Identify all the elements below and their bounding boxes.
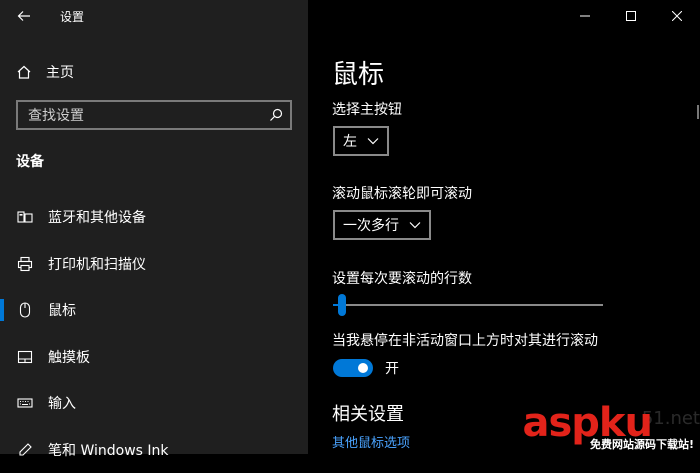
chevron-down-icon <box>367 137 379 145</box>
toggle-state-label: 开 <box>385 358 399 378</box>
touchpad-icon <box>16 348 34 366</box>
sidebar-item-bluetooth[interactable]: 蓝牙和其他设备 <box>0 194 308 241</box>
printer-icon <box>16 255 34 273</box>
primary-button-dropdown[interactable]: 左 <box>333 126 389 156</box>
sidebar-item-label: 笔和 Windows Ink <box>48 440 169 460</box>
close-button[interactable] <box>654 0 700 32</box>
back-arrow-icon <box>17 9 31 23</box>
scrollbar[interactable] <box>697 105 699 119</box>
window-controls <box>562 0 700 32</box>
minimize-button[interactable] <box>562 0 608 32</box>
lines-to-scroll-slider[interactable] <box>333 294 603 318</box>
primary-button-value: 左 <box>343 131 357 151</box>
window-title: 设置 <box>60 8 84 25</box>
sidebar-item-label: 触摸板 <box>48 347 90 367</box>
toggle-knob <box>358 363 368 373</box>
search-input[interactable] <box>26 105 260 127</box>
sidebar-item-touchpad[interactable]: 触摸板 <box>0 334 308 381</box>
lines-to-scroll-label: 设置每次要滚动的行数 <box>332 268 472 288</box>
sidebar-item-printers[interactable]: 打印机和扫描仪 <box>0 241 308 288</box>
section-header: 设备 <box>16 151 44 171</box>
maximize-icon <box>626 11 636 21</box>
sidebar: 设置 主页 设备 蓝牙和其他设备 <box>0 0 308 454</box>
inactive-scroll-label: 当我悬停在非活动窗口上方时对其进行滚动 <box>332 330 598 350</box>
sidebar-item-label: 输入 <box>48 393 76 413</box>
sidebar-item-pen[interactable]: 笔和 Windows Ink <box>0 427 308 473</box>
bluetooth-devices-icon <box>16 208 34 226</box>
chevron-down-icon <box>409 221 421 229</box>
scroll-mode-dropdown[interactable]: 一次多行 <box>333 210 431 240</box>
sidebar-item-mouse[interactable]: 鼠标 <box>0 287 308 334</box>
sidebar-item-label: 打印机和扫描仪 <box>48 254 146 274</box>
pen-icon <box>16 441 34 459</box>
main-pane: 鼠标 选择主按钮 左 滚动鼠标滚轮即可滚动 一次多行 设置每次要滚动的行数 当我… <box>308 0 700 454</box>
sidebar-item-typing[interactable]: 输入 <box>0 380 308 427</box>
watermark: 51.net aspku 免费网站源码下载站! <box>520 400 700 454</box>
home-icon <box>16 64 32 80</box>
close-icon <box>672 11 682 21</box>
sidebar-item-label: 蓝牙和其他设备 <box>48 207 146 227</box>
keyboard-icon <box>16 394 34 412</box>
back-button[interactable] <box>14 6 34 26</box>
home-link[interactable]: 主页 <box>16 60 74 84</box>
additional-mouse-options-link[interactable]: 其他鼠标选项 <box>332 432 410 451</box>
minimize-icon <box>580 11 590 21</box>
page-title: 鼠标 <box>332 54 384 91</box>
scroll-mode-value: 一次多行 <box>343 215 399 235</box>
watermark-subtitle: 免费网站源码下载站! <box>590 436 694 452</box>
maximize-button[interactable] <box>608 0 654 32</box>
home-label: 主页 <box>46 62 74 82</box>
primary-button-label: 选择主按钮 <box>332 99 402 119</box>
scroll-mode-label: 滚动鼠标滚轮即可滚动 <box>332 183 472 203</box>
slider-track <box>333 304 603 306</box>
mouse-icon <box>16 301 34 319</box>
inactive-scroll-toggle-row: 开 <box>333 358 399 378</box>
sidebar-item-label: 鼠标 <box>48 300 76 320</box>
search-icon[interactable] <box>268 107 284 123</box>
inactive-scroll-toggle[interactable] <box>333 359 373 377</box>
related-settings-title: 相关设置 <box>332 400 404 426</box>
slider-thumb[interactable] <box>338 294 346 316</box>
search-box[interactable] <box>16 100 292 130</box>
device-nav: 蓝牙和其他设备 打印机和扫描仪 鼠标 <box>0 194 308 473</box>
